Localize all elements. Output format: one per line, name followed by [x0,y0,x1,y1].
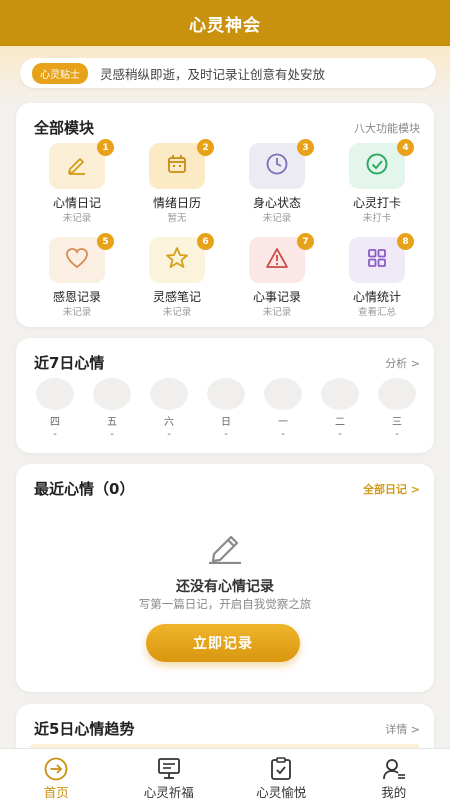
module-item[interactable]: 8 心情统计 查看汇总 [325,233,425,318]
modules-subtitle: 八大功能模块 [354,122,420,135]
record-now-button[interactable]: 立即记录 [146,624,300,662]
module-name: 心情统计 [352,290,401,304]
grid-icon [365,246,389,274]
module-status: 未记录 [162,307,192,318]
pencil-icon [65,152,89,180]
module-number-badge: 1 [97,139,114,156]
tip-text: 灵感稍纵即逝，及时记录让创意有处安放 [100,66,326,82]
day-value: - [395,429,399,440]
day-label: 二 [335,417,345,428]
app-title: 心灵神会 [189,15,261,36]
tip-badge: 心灵贴士 [32,62,88,84]
day-mood-circle [36,378,74,410]
day-mood-circle [93,378,131,410]
tab-label: 心灵祈福 [143,785,194,800]
module-status: 暂无 [167,213,187,224]
day-value: - [167,429,171,440]
tab-item[interactable]: 首页 [0,749,113,800]
week-analysis-link[interactable]: 分析 > [385,355,420,371]
trend-detail-link[interactable]: 详情 > [385,721,420,737]
day-item[interactable]: 三 - [378,378,416,440]
module-item[interactable]: 6 灵感笔记 未记录 [125,233,225,318]
day-item[interactable]: 四 - [36,378,74,440]
day-item[interactable]: 五 - [93,378,131,440]
heart-icon [64,246,90,274]
module-name: 感恩记录 [52,290,101,304]
tab-label: 首页 [43,785,69,800]
warning-icon [264,246,290,274]
all-diary-link[interactable]: 全部日记 > [363,481,420,497]
module-number-badge: 8 [397,233,414,250]
day-item[interactable]: 二 - [321,378,359,440]
module-name: 心灵打卡 [352,196,401,210]
module-status: 未记录 [262,213,292,224]
star-icon [164,245,190,275]
day-label: 一 [278,417,288,428]
module-number-badge: 2 [197,139,214,156]
day-label: 五 [107,417,117,428]
module-item[interactable]: 2 情绪日历 暂无 [125,139,225,224]
module-number-badge: 3 [297,139,314,156]
modules-card: 全部模块 八大功能模块 1 心情日记 未记录 2 情绪日历 暂无 3 身心状态 … [16,103,434,327]
day-mood-circle [150,378,188,410]
day-value: - [110,429,114,440]
module-status: 查看汇总 [357,307,396,318]
modules-title: 全部模块 [34,119,95,137]
calendar-icon [165,152,189,180]
day-label: 四 [50,417,60,428]
module-name: 身心状态 [252,196,301,210]
module-number-badge: 5 [97,233,114,250]
tab-label: 心灵愉悦 [256,785,307,800]
clock-icon [264,151,290,181]
day-item[interactable]: 日 - [207,378,245,440]
module-item[interactable]: 1 心情日记 未记录 [25,139,125,224]
empty-subtitle: 写第一篇日记，开启自我觉察之旅 [138,597,312,611]
module-item[interactable]: 5 感恩记录 未记录 [25,233,125,318]
module-number-badge: 4 [397,139,414,156]
tab-item[interactable]: 我的 [338,749,450,800]
day-value: - [53,429,57,440]
module-item[interactable]: 7 心事记录 未记录 [225,233,325,318]
day-item[interactable]: 六 - [150,378,188,440]
trend-title: 近5日心情趋势 [34,720,135,738]
module-name: 心事记录 [252,290,301,304]
tip-banner[interactable]: 心灵贴士 灵感稍纵即逝，及时记录让创意有处安放 [20,58,436,88]
day-label: 三 [392,417,402,428]
day-mood-circle [264,378,302,410]
week-mood-card: 近7日心情 分析 > 四 - 五 - 六 - 日 - 一 - 二 - 三 - [16,338,434,453]
day-value: - [224,429,228,440]
day-mood-circle [378,378,416,410]
module-name: 情绪日历 [152,196,201,210]
module-status: 未打卡 [362,213,392,224]
day-item[interactable]: 一 - [264,378,302,440]
day-label: 六 [164,417,174,428]
tab-item[interactable]: 心灵祈福 [113,749,226,800]
module-status: 未记录 [262,307,292,318]
day-mood-circle [207,378,245,410]
modules-grid: 1 心情日记 未记录 2 情绪日历 暂无 3 身心状态 未记录 4 心灵打卡 未… [16,139,434,318]
module-item[interactable]: 3 身心状态 未记录 [225,139,325,224]
module-number-badge: 6 [197,233,214,250]
week-title: 近7日心情 [34,354,105,372]
app-header: 心灵神会 [0,0,450,46]
day-value: - [281,429,285,440]
week-days: 四 - 五 - 六 - 日 - 一 - 二 - 三 - [36,378,416,440]
module-name: 灵感笔记 [152,290,201,304]
day-value: - [338,429,342,440]
module-status: 未记录 [62,307,92,318]
check-circle-icon [364,151,390,181]
edit-icon [206,532,244,568]
recent-mood-card: 最近心情（0） 全部日记 > 还没有心情记录 写第一篇日记，开启自我觉察之旅 立… [16,464,434,692]
module-item[interactable]: 4 心灵打卡 未打卡 [325,139,425,224]
module-status: 未记录 [62,213,92,224]
tab-label: 我的 [381,785,407,800]
empty-title: 还没有心情记录 [176,579,274,595]
day-mood-circle [321,378,359,410]
tab-item[interactable]: 心灵愉悦 [225,749,338,800]
module-number-badge: 7 [297,233,314,250]
bottom-tab-bar: 首页 心灵祈福 心灵愉悦 我的 [0,748,450,800]
recent-title: 最近心情（0） [34,480,135,498]
module-name: 心情日记 [52,196,101,210]
day-label: 日 [221,417,231,428]
